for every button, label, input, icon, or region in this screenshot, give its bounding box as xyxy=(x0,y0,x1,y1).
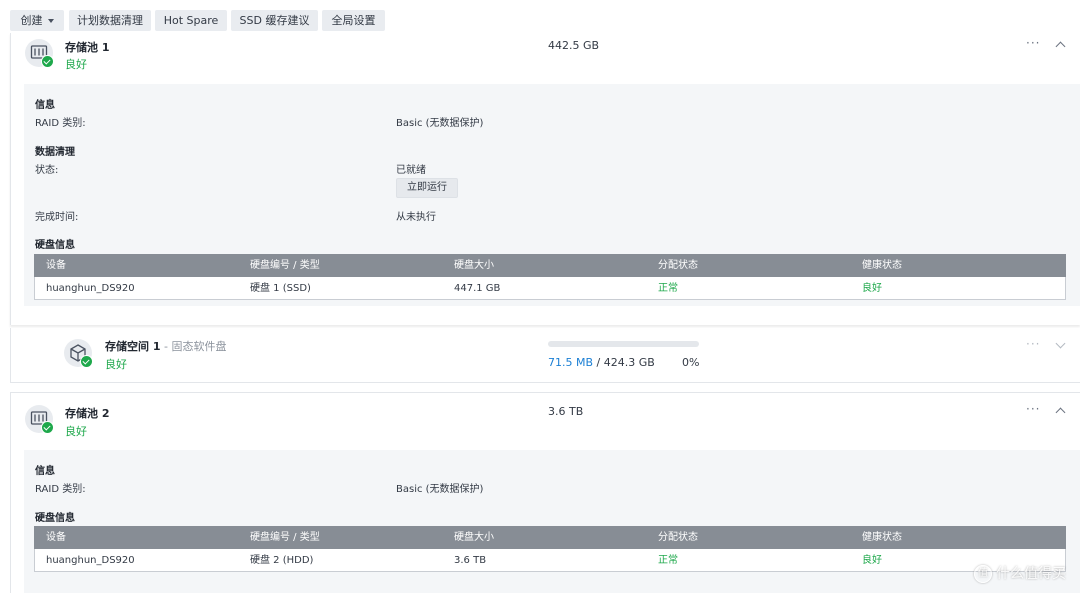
cell-disk-number: 硬盘 1 (SSD) xyxy=(250,283,311,294)
pool-status: 良好 xyxy=(65,58,87,71)
disk-info-header: 硬盘信息 xyxy=(35,240,75,251)
volume-used[interactable]: 71.5 MB xyxy=(548,356,593,369)
info-header: 信息 xyxy=(35,100,55,111)
chevron-up-icon[interactable] xyxy=(1055,41,1066,52)
caret-down-icon xyxy=(47,19,54,23)
table-header: 设备 硬盘编号 / 类型 硬盘大小 分配状态 健康状态 xyxy=(34,254,1066,277)
scrub-status-label: 状态: xyxy=(35,165,59,176)
col-disk-number: 硬盘编号 / 类型 xyxy=(250,532,320,543)
storage-volume-1-row[interactable]: 存储空间 1 - 固态软件盘 良好 71.5 MB / 424.3 GB 0% … xyxy=(10,328,1080,383)
col-health: 健康状态 xyxy=(862,532,902,543)
volume-slash: / xyxy=(593,356,604,369)
watermark-text: 什么值得买 xyxy=(996,566,1066,582)
create-dropdown-button[interactable]: 创建 xyxy=(10,10,64,31)
volume-subtitle: 固态软件盘 xyxy=(171,340,227,353)
pool-size: 442.5 GB xyxy=(548,39,600,52)
cell-health: 良好 xyxy=(862,283,882,294)
table-header: 设备 硬盘编号 / 类型 硬盘大小 分配状态 健康状态 xyxy=(34,526,1066,549)
chevron-up-icon[interactable] xyxy=(1055,407,1066,418)
more-options-icon[interactable]: ··· xyxy=(1026,36,1040,50)
raid-value: Basic (无数据保护) xyxy=(396,118,484,129)
cell-disk-size: 447.1 GB xyxy=(454,283,501,294)
volume-percent: 0% xyxy=(682,356,700,369)
ssd-cache-advice-button[interactable]: SSD 缓存建议 xyxy=(231,10,318,31)
raid-value: Basic (无数据保护) xyxy=(396,484,484,495)
watermark: 值什么值得买 xyxy=(974,563,1066,583)
volume-separator: - xyxy=(160,340,172,353)
schedule-scrub-button[interactable]: 计划数据清理 xyxy=(69,10,151,31)
complete-time-label: 完成时间: xyxy=(35,212,79,223)
col-allocation: 分配状态 xyxy=(658,532,698,543)
status-ok-icon xyxy=(41,421,54,434)
col-device: 设备 xyxy=(46,260,66,271)
cell-health: 良好 xyxy=(862,555,882,566)
col-device: 设备 xyxy=(46,532,66,543)
cell-device: huanghun_DS920 xyxy=(46,283,135,294)
raid-label: RAID 类别: xyxy=(35,118,86,129)
pool-size: 3.6 TB xyxy=(548,405,584,418)
info-header: 信息 xyxy=(35,466,55,477)
watermark-logo-icon: 值 xyxy=(974,565,992,583)
cell-allocation: 正常 xyxy=(658,283,678,294)
pool-2-disk-table: 设备 硬盘编号 / 类型 硬盘大小 分配状态 健康状态 huanghun_DS9… xyxy=(34,526,1066,572)
volume-status: 良好 xyxy=(105,358,127,371)
col-disk-number: 硬盘编号 / 类型 xyxy=(250,260,320,271)
pool-1-disk-table: 设备 硬盘编号 / 类型 硬盘大小 分配状态 健康状态 huanghun_DS9… xyxy=(34,254,1066,300)
col-disk-size: 硬盘大小 xyxy=(454,532,494,543)
col-allocation: 分配状态 xyxy=(658,260,698,271)
pool-title: 存储池 1 xyxy=(65,41,110,54)
status-ok-icon xyxy=(80,355,93,368)
pool-title: 存储池 2 xyxy=(65,407,110,420)
col-health: 健康状态 xyxy=(862,260,902,271)
more-options-icon[interactable]: ··· xyxy=(1026,402,1040,416)
cell-disk-size: 3.6 TB xyxy=(454,555,487,566)
col-disk-size: 硬盘大小 xyxy=(454,260,494,271)
pool-status: 良好 xyxy=(65,425,87,438)
more-options-icon[interactable]: ··· xyxy=(1026,337,1040,351)
chevron-down-icon[interactable] xyxy=(1055,338,1066,349)
cell-device: huanghun_DS920 xyxy=(46,555,135,566)
scrub-header: 数据清理 xyxy=(35,147,75,158)
storage-pool-icon xyxy=(25,405,54,434)
scrub-status-value: 已就绪 xyxy=(396,165,426,176)
volume-usage-bar xyxy=(548,341,699,347)
table-row[interactable]: huanghun_DS920 硬盘 2 (HDD) 3.6 TB 正常 良好 xyxy=(34,549,1066,572)
volume-title-line: 存储空间 1 - 固态软件盘 xyxy=(105,338,226,354)
cell-allocation: 正常 xyxy=(658,555,678,566)
raid-label: RAID 类别: xyxy=(35,484,86,495)
volume-usage-text: 71.5 MB / 424.3 GB xyxy=(548,356,655,369)
status-ok-icon xyxy=(41,55,54,68)
table-row[interactable]: huanghun_DS920 硬盘 1 (SSD) 447.1 GB 正常 良好 xyxy=(34,277,1066,300)
cell-disk-number: 硬盘 2 (HDD) xyxy=(250,555,314,566)
create-label: 创建 xyxy=(20,14,43,27)
volume-total: 424.3 GB xyxy=(603,356,655,369)
run-now-button[interactable]: 立即运行 xyxy=(396,178,458,198)
storage-pool-icon xyxy=(25,39,54,68)
volume-title: 存储空间 1 xyxy=(105,340,161,353)
disk-info-header: 硬盘信息 xyxy=(35,513,75,524)
volume-icon xyxy=(64,339,93,368)
complete-time-value: 从未执行 xyxy=(396,212,436,223)
hot-spare-button[interactable]: Hot Spare xyxy=(155,10,227,31)
global-settings-button[interactable]: 全局设置 xyxy=(322,10,385,31)
